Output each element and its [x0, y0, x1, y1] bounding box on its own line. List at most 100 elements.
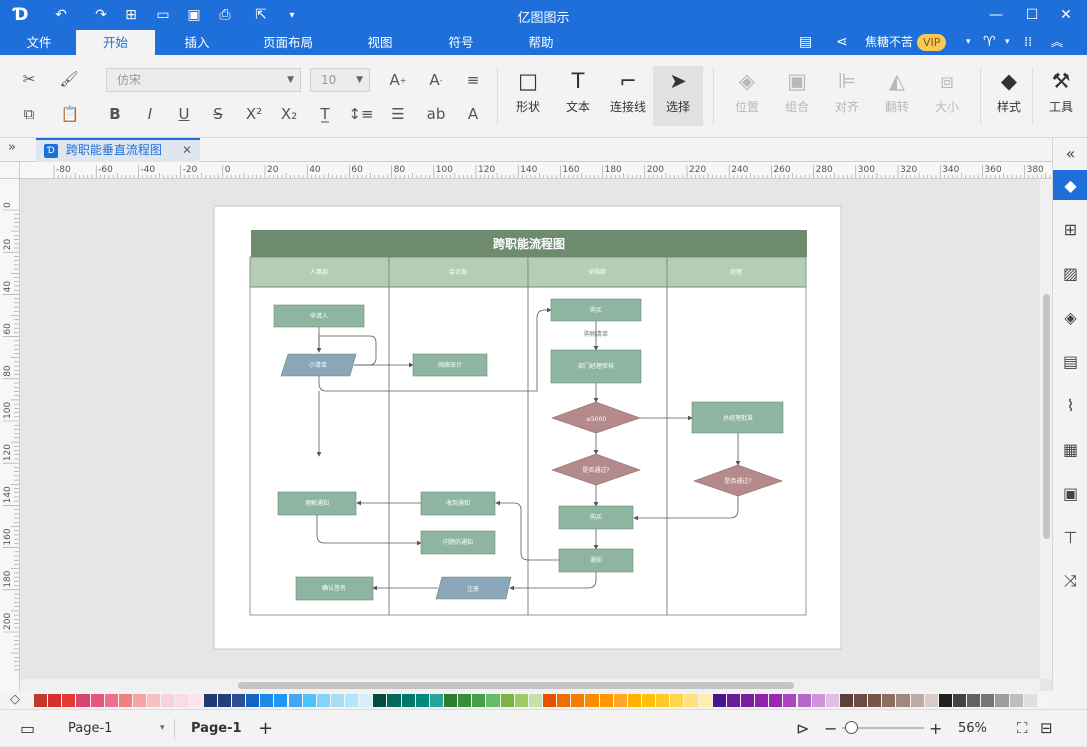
bold-icon[interactable]: B [104, 103, 126, 125]
color-swatch[interactable] [486, 694, 500, 707]
color-swatch[interactable] [641, 694, 656, 707]
color-swatch[interactable] [726, 694, 740, 707]
color-swatch[interactable] [769, 694, 783, 707]
color-swatch[interactable] [415, 694, 429, 707]
color-swatch[interactable] [740, 694, 755, 707]
color-swatch[interactable] [274, 694, 288, 707]
position-button[interactable]: ◈ 位置 [722, 66, 772, 126]
color-swatch[interactable] [401, 694, 415, 707]
style-button[interactable]: ◆ 样式 [984, 66, 1034, 126]
vertical-scroll-thumb[interactable] [1043, 294, 1050, 539]
open-folder-icon[interactable]: ▭ [152, 5, 174, 25]
color-swatch[interactable] [302, 694, 316, 707]
collapse-panel-icon[interactable]: « [1053, 138, 1087, 168]
color-swatch[interactable] [585, 694, 599, 707]
horizontal-scroll-thumb[interactable] [238, 682, 794, 689]
customize-quick-access-icon[interactable]: ▾ [283, 5, 301, 25]
paste-icon[interactable]: 📋 [55, 103, 85, 125]
fill-icon[interactable]: ◆ [1053, 170, 1087, 200]
new-file-icon[interactable]: ⊞ [120, 5, 142, 25]
horizontal-scrollbar[interactable] [20, 679, 1040, 691]
increase-font-icon[interactable]: A + [386, 68, 410, 92]
save-icon[interactable]: ▣ [183, 5, 205, 25]
color-swatch[interactable] [288, 694, 302, 707]
color-swatch[interactable] [571, 694, 585, 707]
tab-file[interactable]: 文件 [14, 30, 64, 55]
shuffle-icon[interactable]: ⤨ [1053, 566, 1087, 596]
color-swatch[interactable] [203, 694, 217, 707]
color-swatch[interactable] [76, 694, 90, 707]
tab-home[interactable]: 开始 [76, 30, 155, 55]
color-swatch[interactable] [444, 694, 458, 707]
print-icon[interactable]: ⎙ [214, 5, 236, 25]
color-swatch[interactable] [953, 694, 967, 707]
user-name[interactable]: 焦糖不苦 [865, 30, 913, 55]
vip-badge[interactable]: VIP [917, 34, 947, 51]
font-family-select[interactable]: 仿宋 ▼ [106, 68, 301, 92]
color-swatch[interactable] [656, 694, 670, 707]
play-icon[interactable]: ⊳ [796, 710, 809, 747]
zoom-slider-handle[interactable] [845, 721, 858, 734]
fill-bucket-icon[interactable]: ◇ [10, 692, 20, 707]
line-spacing-icon[interactable]: ↕≡ [345, 103, 377, 125]
color-swatch[interactable] [429, 694, 443, 707]
color-swatch[interactable] [995, 694, 1009, 707]
color-swatch[interactable] [839, 694, 854, 707]
text-tool-button[interactable]: T 文本 [553, 66, 603, 126]
color-swatch[interactable] [500, 694, 514, 707]
tab-symbols[interactable]: 符号 [436, 30, 486, 55]
color-swatch[interactable] [528, 694, 542, 707]
outline-icon[interactable]: ▣ [1053, 478, 1087, 508]
color-swatch[interactable] [670, 694, 684, 707]
color-swatch[interactable] [90, 694, 104, 707]
color-swatch[interactable] [599, 694, 613, 707]
color-swatch[interactable] [147, 694, 161, 707]
copy-icon[interactable]: ⧉ [18, 103, 40, 125]
color-swatch[interactable] [854, 694, 868, 707]
color-swatch[interactable] [175, 694, 189, 707]
superscript-icon[interactable]: X² [243, 103, 265, 125]
bullet-list-icon[interactable]: ☰ [383, 103, 413, 125]
color-swatch[interactable] [330, 694, 345, 707]
undo-icon[interactable]: ↶ [50, 5, 72, 25]
color-swatch[interactable] [755, 694, 769, 707]
tools-button[interactable]: ⚒ 工具 [1036, 66, 1086, 126]
color-swatch[interactable] [62, 694, 76, 707]
page-selector-dropdown-icon[interactable]: ▾ [160, 710, 165, 747]
tab-help[interactable]: 帮助 [516, 30, 566, 55]
cut-icon[interactable]: ✂ [18, 68, 40, 90]
zoom-out-icon[interactable]: − [824, 710, 837, 747]
color-swatch[interactable] [472, 694, 486, 707]
page-overview-icon[interactable]: ▭ [20, 710, 35, 747]
underline-icon[interactable]: U [173, 103, 195, 125]
color-swatch[interactable] [231, 694, 246, 707]
fit-width-icon[interactable]: ⊟ [1040, 710, 1053, 747]
tab-page-layout[interactable]: 页面布局 [252, 30, 324, 55]
color-swatch[interactable] [34, 694, 48, 707]
export-icon[interactable]: ⇱ [247, 5, 275, 25]
text-style-icon[interactable]: T̲ [310, 103, 340, 125]
color-swatch[interactable] [684, 694, 698, 707]
color-swatch[interactable] [924, 694, 938, 707]
size-button[interactable]: ⧈ 大小 [922, 66, 972, 126]
color-swatch[interactable] [217, 694, 231, 707]
color-swatch[interactable] [910, 694, 924, 707]
align-button[interactable]: ⊫ 对齐 [822, 66, 872, 126]
color-swatch[interactable] [712, 694, 726, 707]
color-swatch[interactable] [345, 694, 359, 707]
color-swatch[interactable] [246, 694, 260, 707]
italic-icon[interactable]: I [139, 103, 161, 125]
color-swatch[interactable] [627, 694, 641, 707]
color-swatch[interactable] [161, 694, 175, 707]
share-icon[interactable]: ⋖ [836, 30, 848, 55]
color-swatch[interactable] [938, 694, 952, 707]
close-tab-icon[interactable]: ✕ [182, 140, 192, 161]
color-swatch[interactable] [1009, 694, 1023, 707]
flip-button[interactable]: ◭ 翻转 [872, 66, 922, 126]
expand-library-icon[interactable]: » [8, 140, 28, 155]
color-swatch[interactable] [698, 694, 712, 707]
color-swatch[interactable] [514, 694, 528, 707]
image-icon[interactable]: ▨ [1053, 258, 1087, 288]
color-swatch[interactable] [316, 694, 330, 707]
page-selector[interactable]: Page-1 [68, 710, 112, 747]
